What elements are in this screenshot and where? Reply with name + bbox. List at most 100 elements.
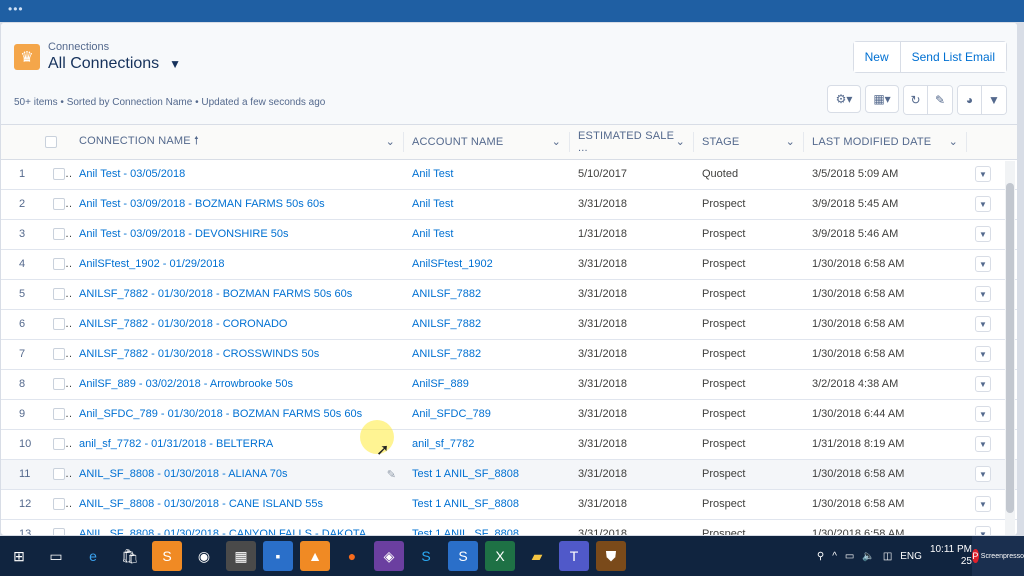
row-checkbox[interactable] [53,528,65,535]
column-header-estimated-sale[interactable]: ESTIMATED SALE ... ⌄ [570,125,694,160]
row-checkbox[interactable] [53,168,65,181]
account-name-link[interactable]: ANILSF_7882 [412,288,481,300]
column-header-account-name[interactable]: ACCOUNT NAME ⌄ [404,125,570,160]
row-select-cell[interactable] [45,189,71,219]
store-icon[interactable]: 🛍 [115,541,145,571]
column-menu-chevron-icon[interactable]: ⌄ [786,135,795,148]
new-button[interactable]: New [853,42,901,72]
row-select-cell[interactable] [45,369,71,399]
table-row[interactable]: 5 ANILSF_7882 - 01/30/2018 - BOZMAN FARMS… [1,279,1017,309]
account-name-link[interactable]: Anil Test [412,168,453,180]
firefox-icon[interactable]: ● [337,541,367,571]
system-clock[interactable]: 10:11 PM 25 [930,544,972,568]
column-menu-chevron-icon[interactable]: ⌄ [676,135,685,148]
table-row[interactable]: 9 Anil_SFDC_789 - 01/30/2018 - BOZMAN FAR… [1,399,1017,429]
row-select-cell[interactable] [45,249,71,279]
account-name-link[interactable]: Test 1 ANIL_SF_8808 [412,498,519,510]
row-select-cell[interactable] [45,399,71,429]
sublime-icon[interactable]: S [152,541,182,571]
connection-name-link[interactable]: AnilSFtest_1902 - 01/29/2018 [79,258,225,270]
app-icon[interactable]: ▪ [263,541,293,571]
excel-icon[interactable]: X [485,541,515,571]
table-row[interactable]: 4 AnilSFtest_1902 - 01/29/2018 AnilSFtest_… [1,249,1017,279]
column-menu-chevron-icon[interactable]: ⌄ [386,135,395,148]
refresh-icon[interactable]: ↻ [904,86,928,114]
table-row[interactable]: 8 AnilSF_889 - 03/02/2018 - Arrowbrooke 5… [1,369,1017,399]
scrollbar-thumb[interactable] [1006,183,1014,513]
language-indicator[interactable]: ENG [900,551,922,562]
display-as-table-icon[interactable]: ▦▾ [865,85,899,113]
row-select-cell[interactable] [45,279,71,309]
connection-name-link[interactable]: Anil_SFDC_789 - 01/30/2018 - BOZMAN FARM… [79,408,362,420]
connection-name-link[interactable]: ANILSF_7882 - 01/30/2018 - BOZMAN FARMS … [79,288,352,300]
row-action-menu-chevron-icon[interactable]: ▼ [975,406,991,422]
table-row[interactable]: 12 ANIL_SF_8808 - 01/30/2018 - CANE ISLAN… [1,489,1017,519]
account-name-link[interactable]: Anil Test [412,198,453,210]
account-name-link[interactable]: Test 1 ANIL_SF_8808 [412,468,519,480]
row-checkbox[interactable] [53,468,65,481]
column-menu-chevron-icon[interactable]: ⌄ [552,135,561,148]
menu-dots-icon[interactable]: ••• [8,2,24,16]
account-name-link[interactable]: Anil_SFDC_789 [412,408,491,420]
row-checkbox[interactable] [53,258,65,271]
inline-edit-pencil-icon[interactable]: ✎ [387,468,396,481]
row-select-cell[interactable] [45,459,71,489]
volume-icon[interactable]: 🔈 [862,551,874,562]
connection-name-link[interactable]: ANILSF_7882 - 01/30/2018 - CORONADO [79,318,287,330]
row-action-menu-chevron-icon[interactable]: ▼ [975,286,991,302]
edge-icon[interactable]: e [78,541,108,571]
select-all-header[interactable] [45,125,71,160]
row-action-menu-chevron-icon[interactable]: ▼ [975,346,991,362]
account-name-link[interactable]: ANILSF_7882 [412,318,481,330]
table-row[interactable]: 6 ANILSF_7882 - 01/30/2018 - CORONADO ANIL… [1,309,1017,339]
chrome-icon[interactable]: ◉ [189,541,219,571]
table-row[interactable]: 11 ANIL_SF_8808 - 01/30/2018 - ALIANA 70s… [1,459,1017,489]
connection-name-link[interactable]: Anil Test - 03/09/2018 - BOZMAN FARMS 50… [79,198,325,210]
row-select-cell[interactable] [45,309,71,339]
filter-icon[interactable]: ▼ [982,86,1006,114]
account-name-link[interactable]: anil_sf_7782 [412,438,474,450]
row-select-cell[interactable] [45,519,71,535]
connection-name-link[interactable]: Anil Test - 03/05/2018 [79,168,185,180]
column-header-stage[interactable]: STAGE ⌄ [694,125,804,160]
row-select-cell[interactable] [45,159,71,189]
row-action-menu-chevron-icon[interactable]: ▼ [975,166,991,182]
connection-name-link[interactable]: AnilSF_889 - 03/02/2018 - Arrowbrooke 50… [79,378,293,390]
account-name-link[interactable]: AnilSF_889 [412,378,469,390]
column-menu-chevron-icon[interactable]: ⌄ [949,135,958,148]
people-icon[interactable]: ⚲ [817,551,824,562]
row-checkbox[interactable] [53,288,65,301]
row-action-menu-chevron-icon[interactable]: ▼ [975,436,991,452]
table-row[interactable]: 3 Anil Test - 03/09/2018 - DEVONSHIRE 50s… [1,219,1017,249]
calculator-icon[interactable]: ▦ [226,541,256,571]
battery-icon[interactable]: ▭ [845,551,854,562]
row-checkbox[interactable] [53,228,65,241]
caret-down-icon[interactable]: ▼ [169,57,181,71]
connection-name-link[interactable]: ANIL_SF_8808 - 01/30/2018 - CANE ISLAND … [79,498,323,510]
list-view-selector[interactable]: All Connections ▼ [48,55,181,73]
row-action-menu-chevron-icon[interactable]: ▼ [975,226,991,242]
account-name-link[interactable]: AnilSFtest_1902 [412,258,493,270]
table-row[interactable]: 2 Anil Test - 03/09/2018 - BOZMAN FARMS 5… [1,189,1017,219]
row-checkbox[interactable] [53,378,65,391]
column-header-connection-name[interactable]: CONNECTION NAME 🠕 ⌄ [71,125,404,160]
row-checkbox[interactable] [53,318,65,331]
row-action-menu-chevron-icon[interactable]: ▼ [975,496,991,512]
row-action-menu-chevron-icon[interactable]: ▼ [975,526,991,535]
send-list-email-button[interactable]: Send List Email [900,42,1006,72]
connection-name-link[interactable]: ANIL_SF_8808 - 01/30/2018 - CANYON FALLS… [79,528,366,535]
chart-icon[interactable]: ◕ [958,86,982,114]
select-all-checkbox[interactable] [45,135,57,148]
media-icon[interactable]: ◈ [374,541,404,571]
account-name-link[interactable]: Anil Test [412,228,453,240]
row-checkbox[interactable] [53,198,65,211]
game-icon[interactable]: ⛊ [596,541,626,571]
tray-expand-icon[interactable]: ^ [832,551,837,562]
skype-business-icon[interactable]: S [448,541,478,571]
table-row[interactable]: 7 ANILSF_7882 - 01/30/2018 - CROSSWINDS 5… [1,339,1017,369]
row-select-cell[interactable] [45,219,71,249]
column-header-last-modified[interactable]: LAST MODIFIED DATE ⌄ [804,125,967,160]
row-action-menu-chevron-icon[interactable]: ▼ [975,196,991,212]
account-name-link[interactable]: ANILSF_7882 [412,348,481,360]
row-action-menu-chevron-icon[interactable]: ▼ [975,316,991,332]
